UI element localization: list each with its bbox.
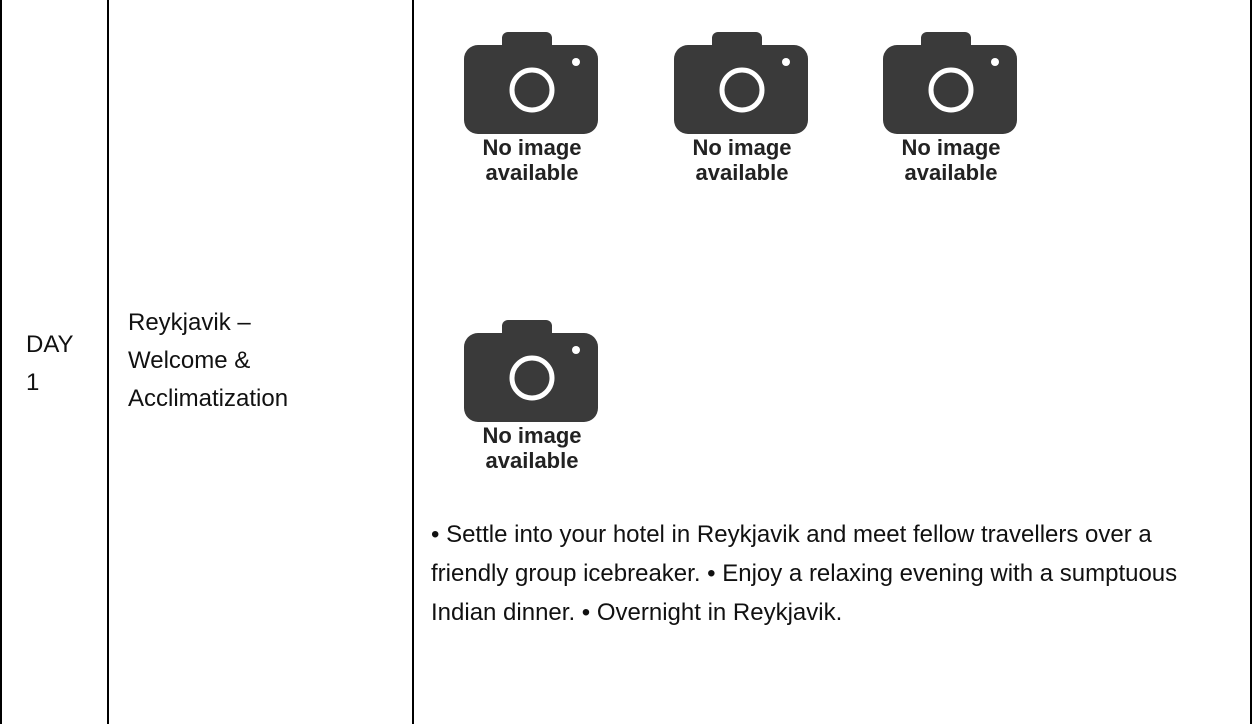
image-placeholder: No image available [674,32,810,202]
day-label: DAY [26,331,74,358]
day-description: • Settle into your hotel in Reykjavik an… [431,521,1178,626]
camera-icon [674,32,808,134]
image-placeholder: No image available [464,32,600,202]
no-image-caption: No image available [901,135,1001,185]
day-cell: DAY 1 [26,326,106,402]
title-line: Reykjavik – [128,309,251,336]
day-title: Reykjavik – Welcome & Acclimatization [128,304,398,418]
no-image-caption: No image available [482,423,582,473]
title-line: Welcome & [128,347,251,374]
image-placeholder: No image available [464,320,600,490]
day-number: 1 [26,369,40,396]
no-image-caption: No image available [692,135,792,185]
title-line: Acclimatization [128,385,289,412]
camera-icon [464,32,598,134]
column-divider [412,0,414,724]
camera-icon [464,320,598,422]
table-border-left [0,0,2,724]
column-divider [107,0,109,724]
no-image-caption: No image available [482,135,582,185]
image-placeholder: No image available [883,32,1019,202]
camera-icon [883,32,1017,134]
